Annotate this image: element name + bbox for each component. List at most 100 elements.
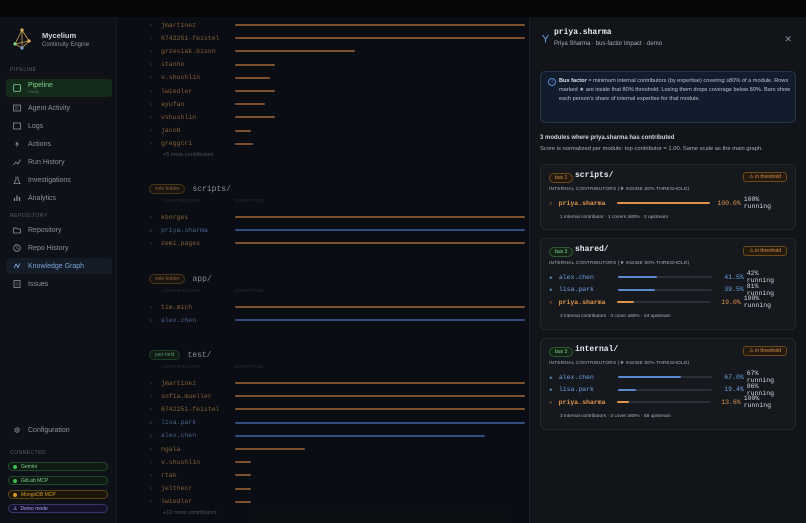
share-bar-fill [616,301,635,304]
contributor-detail-panel: priya.sharma Priya Sharma · bus-factor i… [529,17,806,523]
logs-icon [13,122,21,130]
brand[interactable]: Mycelium Continuity Engine [10,27,89,51]
person-icon: ♙ [13,505,18,512]
share-bar-fill [617,288,656,291]
sidebar-item-label: Agent Activity [28,104,71,112]
sidebar-item-issues[interactable]: Issues [6,276,112,292]
card-footer: 3 internal contributors · 3 cover ≥80% ·… [560,414,671,420]
panel-title: priya.sharma [554,28,612,37]
bus-factor-info: i Bus factor = minimum internal contribu… [540,71,796,123]
bus-factor-badge: bus 1 [549,173,574,183]
sidebar-item-pipeline[interactable]: Pipeline ready [6,79,112,97]
gear-icon [13,426,21,434]
info-icon: i [548,78,556,86]
sidebar-item-repo-history[interactable]: Repo History [6,240,112,256]
internal-contributors-label: INTERNAL CONTRIBUTORS (★ INSIDE 80% THRE… [549,261,690,266]
share-bar [617,276,713,278]
connection-demo-mode[interactable]: ♙ Demo mode [8,504,108,513]
share-bar-fill [617,376,682,378]
sidebar-item-configuration[interactable]: Configuration [6,422,112,438]
bolt-icon [13,140,21,148]
contributor-share-row[interactable]: ★ alex.chen 67.0% 67% running [549,370,789,384]
module-name: shared/ [575,245,609,254]
sidebar-item-label: Configuration [28,426,70,434]
contributor-share-row[interactable]: › priya.sharma 100.0% 100% running [549,196,789,210]
modules-heading: 3 modules where priya.sharma has contrib… [540,135,675,141]
star-icon: ★ [549,286,553,294]
module-card[interactable]: bus 3 shared/ ⚠ in threshold INTERNAL CONTR… [540,238,796,330]
share-bar-fill [617,388,637,391]
share-bar [617,288,713,291]
sidebar-item-label: Logs [28,122,44,130]
sidebar-item-investigations[interactable]: Investigations [6,172,112,188]
sidebar-item-logs[interactable]: Logs [6,118,112,134]
threshold-label: in threshold [755,174,781,180]
share-bar-fill [617,276,657,278]
sidebar-item-label: Issues [28,280,49,288]
section-connected: CONNECTED [10,450,47,456]
folder-icon [13,226,21,234]
close-icon[interactable]: ✕ [784,34,792,45]
connection-label: Demo mode [20,505,48,512]
chevron-icon: › [549,298,553,306]
sidebar-item-actions[interactable]: Actions [6,136,112,152]
share-percent: 67.0% [724,373,744,381]
sidebar-item-knowledge-graph[interactable]: Knowledge Graph [6,258,112,274]
info-text: Bus factor = minimum internal contributo… [559,77,791,104]
status-dot [13,478,17,483]
share-bar [616,301,710,304]
sidebar-item-run-history[interactable]: Run History [6,154,112,170]
running-coverage: 100% running [743,395,772,410]
threshold-badge: ⚠ in threshold [743,346,787,356]
contributor-share-row[interactable]: ★ alex.chen 41.5% 42% running [549,270,789,284]
contributor-share-row[interactable]: ★ lisa.park 39.5% 81% running [549,283,789,297]
info-bold: Bus factor [559,78,587,84]
threshold-badge: ⚠ in threshold [743,246,787,256]
connection-gemini[interactable]: Gemini [8,462,108,471]
knowledge-graph-list: › jmartinez › 6742251-feistel › grzesiak.biso… [117,17,529,523]
sidebar-item-agent-activity[interactable]: Agent Activity [6,100,112,116]
bus-factor-badge: bus 3 [549,247,574,257]
connection-label: MongoDB MCP [21,491,56,498]
fork-icon [542,34,549,43]
graph-icon [13,262,21,270]
sidebar-item-label: Investigations [28,176,71,184]
module-card[interactable]: bus 3 internal/ ⚠ in threshold INTERNAL CON… [540,338,796,430]
pipeline-icon [13,84,21,92]
sidebar-item-label: Run History [28,158,65,166]
chevron-icon: › [549,398,553,406]
connection-mongodb-mcp[interactable]: MongoDB MCP [8,490,108,499]
connection-label: Gemini [21,463,37,470]
dim-overlay[interactable] [117,17,529,523]
contributor-name: priya.sharma [558,298,606,306]
contributor-share-row[interactable]: › priya.sharma 13.6% 100% running [549,395,789,410]
contributor-name: priya.sharma [558,199,606,207]
sidebar: Mycelium Continuity Engine PIPELINE Pipe… [0,17,117,523]
threshold-label: in threshold [755,348,781,354]
card-footer: 3 internal contributors · 3 cover ≥80% ·… [560,314,671,320]
section-repository: REPOSITORY [10,213,48,219]
share-bar-fill [616,401,630,404]
top-bar [0,0,806,17]
modules-note: Score is normalized per module: top cont… [540,146,763,152]
running-coverage: 100% running [743,196,772,210]
sidebar-item-repository[interactable]: Repository [6,222,112,238]
sidebar-item-analytics[interactable]: Analytics [6,190,112,206]
star-icon: ★ [549,273,553,281]
share-bar-fill [616,202,710,204]
share-percent: 100.0% [717,199,741,207]
chart-line-icon [13,158,21,166]
bus-factor-badge: bus 3 [549,347,574,357]
flask-icon [13,176,21,184]
internal-contributors-label: INTERNAL CONTRIBUTORS (★ INSIDE 80% THRE… [549,361,690,366]
threshold-badge: ⚠ in threshold [743,172,787,182]
connection-gitlab-mcp[interactable]: GitLab MCP [8,476,108,485]
contributor-share-row[interactable]: ★ lisa.park 19.4% 86% running [549,383,789,397]
module-card[interactable]: bus 1 scripts/ ⚠ in threshold INTERNAL CONT… [540,164,796,230]
contributor-name: alex.chen [558,373,594,381]
brand-subtitle: Continuity Engine [42,41,90,48]
contributor-share-row[interactable]: › priya.sharma 19.0% 100% running [549,295,789,309]
share-bar [616,202,710,204]
clock-icon [13,244,21,252]
contributor-name: lisa.park [558,286,594,294]
